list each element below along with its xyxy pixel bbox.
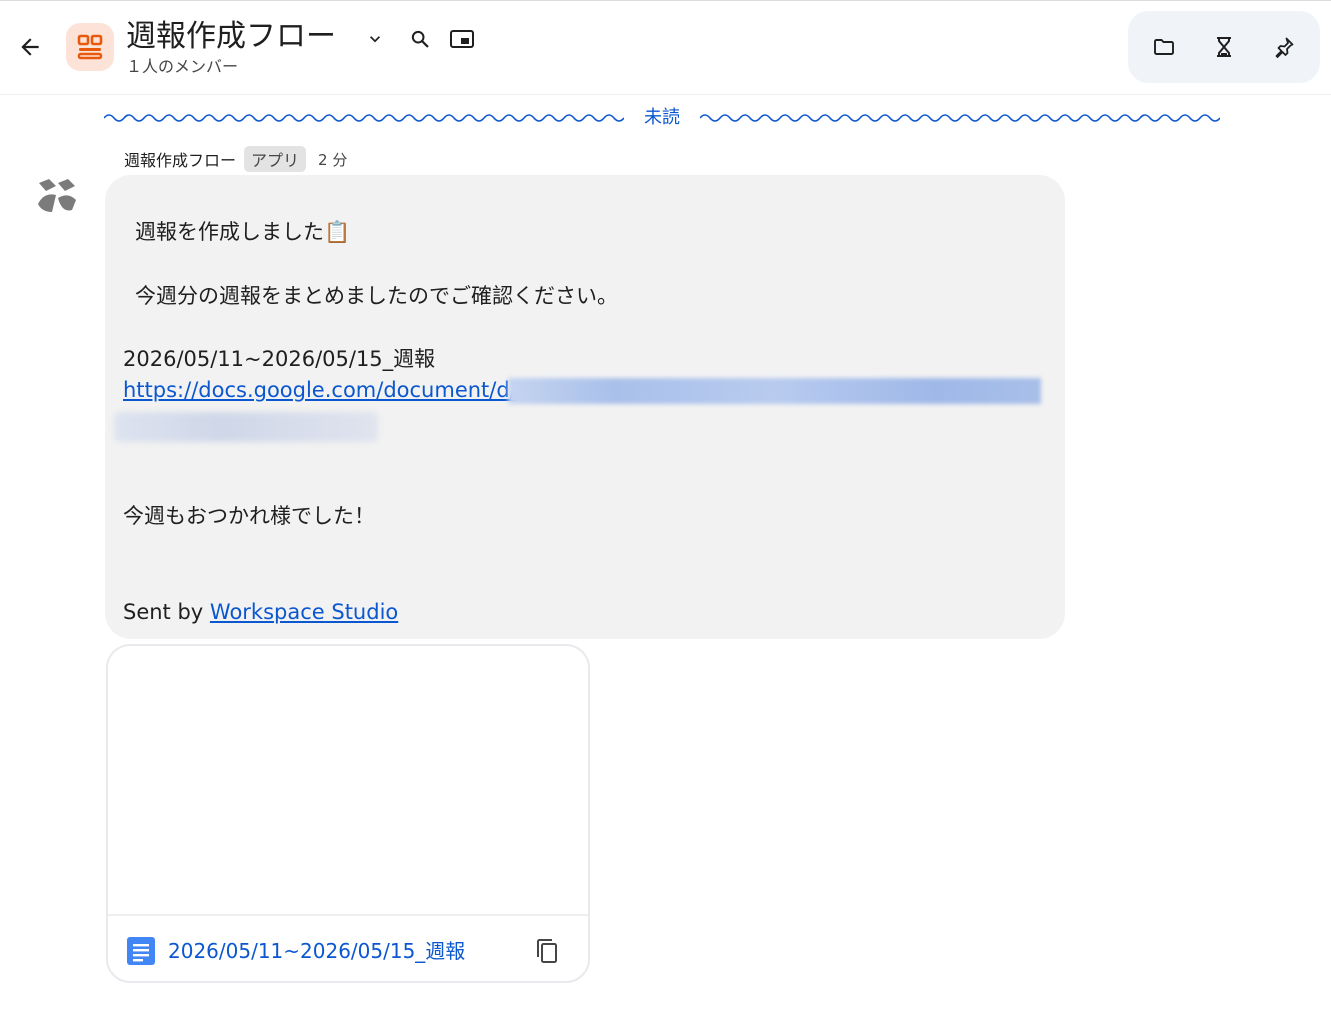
doc-attachment-card[interactable]: 2026/05/11~2026/05/15_週報 [106, 644, 590, 983]
chevron-down-icon [370, 36, 380, 43]
hourglass-icon [1217, 37, 1231, 57]
message-heading: 週報を作成しました📋 [135, 220, 351, 244]
sent-by-text: Sent by Workspace Studio [123, 598, 398, 626]
copy-link-button[interactable] [532, 935, 562, 967]
message-doc-name: 2026/05/11~2026/05/15_週報 [123, 347, 436, 371]
pin-button[interactable] [1268, 31, 1300, 63]
unread-wave-right [700, 114, 1220, 122]
doc-preview[interactable] [108, 646, 588, 916]
redacted-link-part-2[interactable] [114, 412, 378, 442]
picture-in-picture-icon [450, 30, 474, 48]
doc-card-footer: 2026/05/11~2026/05/15_週報 [108, 918, 588, 981]
sent-by-link[interactable]: Workspace Studio [210, 600, 398, 624]
header-actions [1128, 11, 1320, 83]
space-header: 週報作成フロー １人のメンバー [0, 1, 1331, 95]
space-menu-button[interactable] [364, 28, 386, 50]
back-button[interactable] [14, 31, 46, 63]
copy-icon [537, 939, 557, 963]
unread-divider: 未読 [104, 106, 1220, 132]
message-timestamp: 2 分 [318, 150, 348, 169]
search-icon [411, 30, 429, 48]
unread-label: 未読 [644, 107, 680, 128]
unread-wave-left [104, 114, 624, 122]
space-title[interactable]: 週報作成フロー [126, 17, 336, 57]
space-avatar-icon [77, 34, 103, 60]
picture-in-picture-button[interactable] [447, 25, 477, 53]
sent-by-prefix: Sent by [123, 600, 210, 624]
doc-card-title[interactable]: 2026/05/11~2026/05/15_週報 [168, 937, 465, 965]
message-meta: 週報作成フロー アプリ 2 分 [124, 145, 347, 173]
message-closing: 今週もおつかれ様でした！ [123, 504, 375, 528]
app-avatar-icon[interactable] [34, 176, 80, 216]
space-avatar[interactable] [66, 23, 114, 71]
search-button[interactable] [406, 25, 434, 53]
google-docs-icon [127, 937, 155, 965]
message-body: 今週分の週報をまとめましたのでご確認ください。 [135, 284, 618, 308]
message-doc-link[interactable]: https://docs.google.com/document/d/ [123, 376, 517, 404]
app-badge: アプリ [244, 146, 307, 172]
redacted-link-part[interactable] [508, 378, 1041, 404]
files-button[interactable] [1148, 31, 1180, 63]
member-count[interactable]: １人のメンバー [126, 57, 238, 77]
folder-icon [1154, 39, 1174, 55]
pin-icon [1275, 37, 1294, 58]
sender-name[interactable]: 週報作成フロー [124, 147, 236, 171]
workflow-button[interactable] [1208, 31, 1240, 63]
arrow-back-icon [21, 38, 39, 56]
